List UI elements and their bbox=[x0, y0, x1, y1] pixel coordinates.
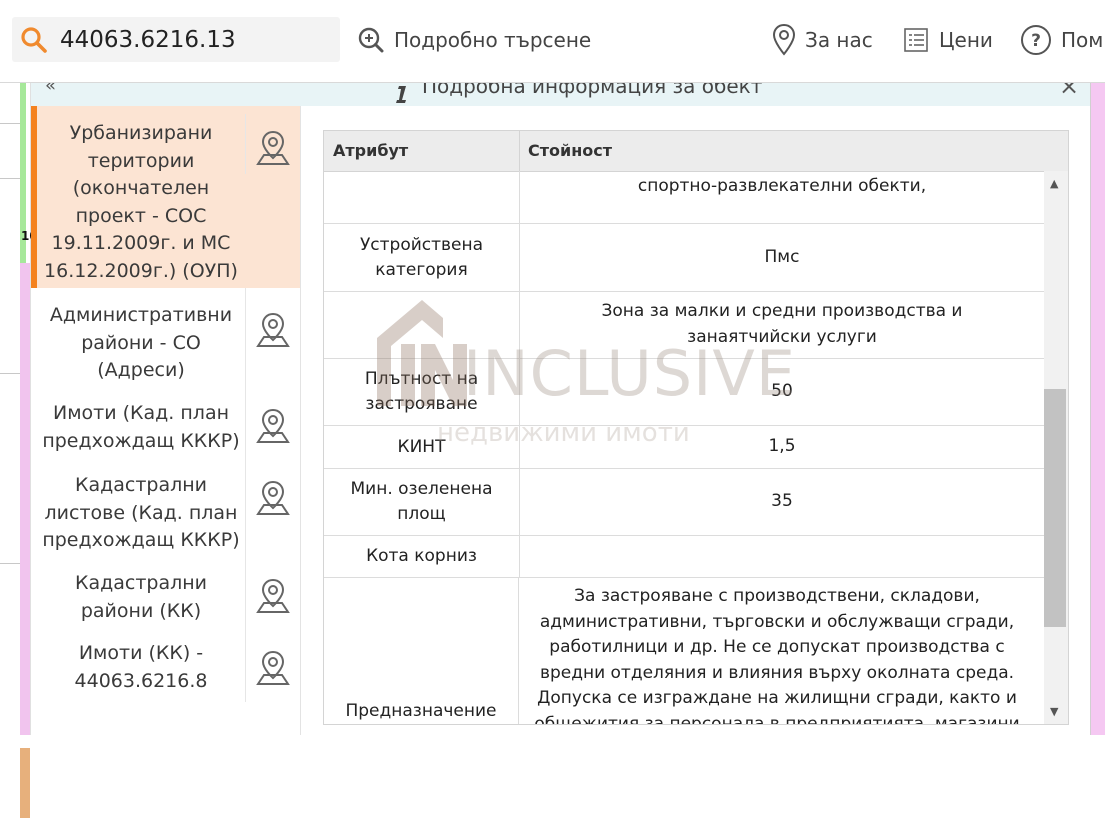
nav-prices[interactable]: Цени bbox=[902, 20, 993, 60]
nav-about-label: За нас bbox=[805, 28, 873, 52]
table-scrollbar[interactable]: ▲ ▼ bbox=[1044, 171, 1068, 724]
nav-help-label: Пом bbox=[1061, 28, 1104, 52]
table-row: Кота корниз bbox=[324, 536, 1044, 578]
value-cell: Пмс bbox=[764, 246, 800, 267]
column-header-value[interactable]: Стойност bbox=[528, 141, 612, 160]
layer-item-cadastral-districts[interactable]: Кадастрални райони (КК) bbox=[31, 558, 300, 630]
map-pin-icon[interactable] bbox=[253, 576, 293, 616]
map-zone-orange bbox=[20, 748, 30, 818]
map-background-right[interactable] bbox=[1090, 83, 1105, 735]
map-pin-icon[interactable] bbox=[253, 310, 293, 350]
scroll-up-arrow-icon[interactable]: ▲ bbox=[1050, 177, 1058, 190]
layer-item-label: Урбанизирани територии (окончателен прое… bbox=[44, 122, 238, 282]
map-pin-icon[interactable] bbox=[253, 406, 293, 446]
value-cell: 1,5 bbox=[768, 436, 796, 457]
search-icon[interactable] bbox=[20, 26, 48, 54]
value-cell: 50 bbox=[771, 381, 793, 402]
layer-item-label: Имоти (Кад. план предхождащ КККР) bbox=[42, 402, 240, 452]
layer-item-urban-territories[interactable]: Урбанизирани територии (окончателен прое… bbox=[31, 106, 300, 288]
nav-detailed-search-label: Подробно търсене bbox=[394, 28, 592, 52]
map-pin-icon[interactable] bbox=[253, 648, 293, 688]
map-line bbox=[0, 373, 20, 374]
layer-item-label: Административни райони - СО (Адреси) bbox=[49, 304, 233, 381]
table-row: спортно-развлекателни обекти, bbox=[324, 171, 1044, 224]
map-line bbox=[0, 178, 20, 179]
nav-detailed-search[interactable]: Подробно търсене bbox=[357, 20, 591, 60]
layer-item-label: Кадастрални райони (КК) bbox=[74, 572, 208, 622]
table-body[interactable]: спортно-развлекателни обекти, Устройстве… bbox=[324, 171, 1044, 724]
nav-prices-label: Цени bbox=[939, 28, 993, 52]
layer-divider bbox=[245, 114, 246, 174]
table-header: Атрибут Стойност bbox=[324, 131, 1068, 172]
map-zone-pink bbox=[20, 263, 30, 735]
value-cell: 35 bbox=[771, 491, 793, 512]
layer-item-properties-cad-plan[interactable]: Имоти (Кад. план предхождащ КККР) bbox=[31, 388, 300, 460]
attribute-cell: Устройствена категория bbox=[324, 224, 520, 291]
column-divider bbox=[519, 131, 520, 171]
attribute-table: Атрибут Стойност спортно-развлекателни о… bbox=[323, 130, 1069, 725]
table-row: Предназначение За застрояване с производ… bbox=[324, 578, 1044, 724]
attribute-cell: Мин. озеленена площ bbox=[324, 469, 520, 535]
value-cell: За застрояване с производствени, складов… bbox=[534, 586, 1020, 724]
table-row: Плътност на застрояване 50 bbox=[324, 359, 1044, 426]
search-box[interactable] bbox=[12, 17, 340, 62]
layer-divider bbox=[245, 388, 246, 460]
attribute-cell: Плътност на застрояване bbox=[324, 359, 520, 425]
column-header-attribute[interactable]: Атрибут bbox=[333, 141, 408, 160]
layer-item-label: Кадастрални листове (Кад. план предхожда… bbox=[42, 474, 240, 551]
nav-help[interactable]: ? Пом bbox=[1020, 20, 1103, 60]
search-input[interactable] bbox=[60, 23, 330, 56]
table-row: Мин. озеленена площ 35 bbox=[324, 469, 1044, 536]
map-pin-icon[interactable] bbox=[253, 128, 293, 168]
attribute-cell: Предназначение bbox=[324, 578, 519, 724]
map-pin-icon[interactable] bbox=[253, 478, 293, 518]
map-line bbox=[0, 563, 20, 564]
layer-item-admin-districts[interactable]: Административни райони - СО (Адреси) bbox=[31, 288, 300, 388]
value-cell: Зона за малки и средни производства и за… bbox=[601, 301, 963, 347]
nav-about[interactable]: За нас bbox=[772, 20, 873, 60]
top-bar: Подробно търсене За нас Цени ? Пом bbox=[0, 0, 1105, 83]
map-line bbox=[0, 123, 20, 124]
layer-item-properties-kk[interactable]: Имоти (КК) - 44063.6216.8 bbox=[31, 630, 300, 702]
table-row: Устройствена категория Пмс bbox=[324, 224, 1044, 292]
price-list-icon bbox=[904, 28, 928, 52]
layer-list: Урбанизирани територии (окончателен прое… bbox=[31, 106, 301, 735]
layer-divider bbox=[245, 460, 246, 558]
value-cell: спортно-развлекателни обекти, bbox=[637, 176, 927, 196]
layer-divider bbox=[245, 288, 246, 388]
attribute-cell: Кота корниз bbox=[324, 536, 520, 577]
attribute-cell bbox=[324, 171, 520, 223]
attribute-cell bbox=[324, 292, 520, 358]
attribute-cell: КИНТ bbox=[324, 426, 520, 468]
map-background-left[interactable]: 10 bbox=[0, 83, 38, 818]
scrollbar-thumb[interactable] bbox=[1044, 389, 1066, 627]
value-cell bbox=[520, 536, 1044, 577]
zoom-search-icon bbox=[358, 27, 384, 53]
layer-item-label: Имоти (КК) - 44063.6216.8 bbox=[74, 642, 208, 692]
layer-divider bbox=[245, 630, 246, 702]
help-icon: ? bbox=[1021, 25, 1051, 55]
location-pin-icon bbox=[772, 23, 796, 56]
svg-text:?: ? bbox=[1031, 31, 1041, 51]
layer-item-cadastral-sheets[interactable]: Кадастрални листове (Кад. план предхожда… bbox=[31, 460, 300, 558]
table-row: Зона за малки и средни производства и за… bbox=[324, 292, 1044, 359]
table-row: КИНТ 1,5 bbox=[324, 426, 1044, 469]
scroll-down-arrow-icon[interactable]: ▼ bbox=[1050, 705, 1058, 718]
layer-divider bbox=[245, 558, 246, 630]
